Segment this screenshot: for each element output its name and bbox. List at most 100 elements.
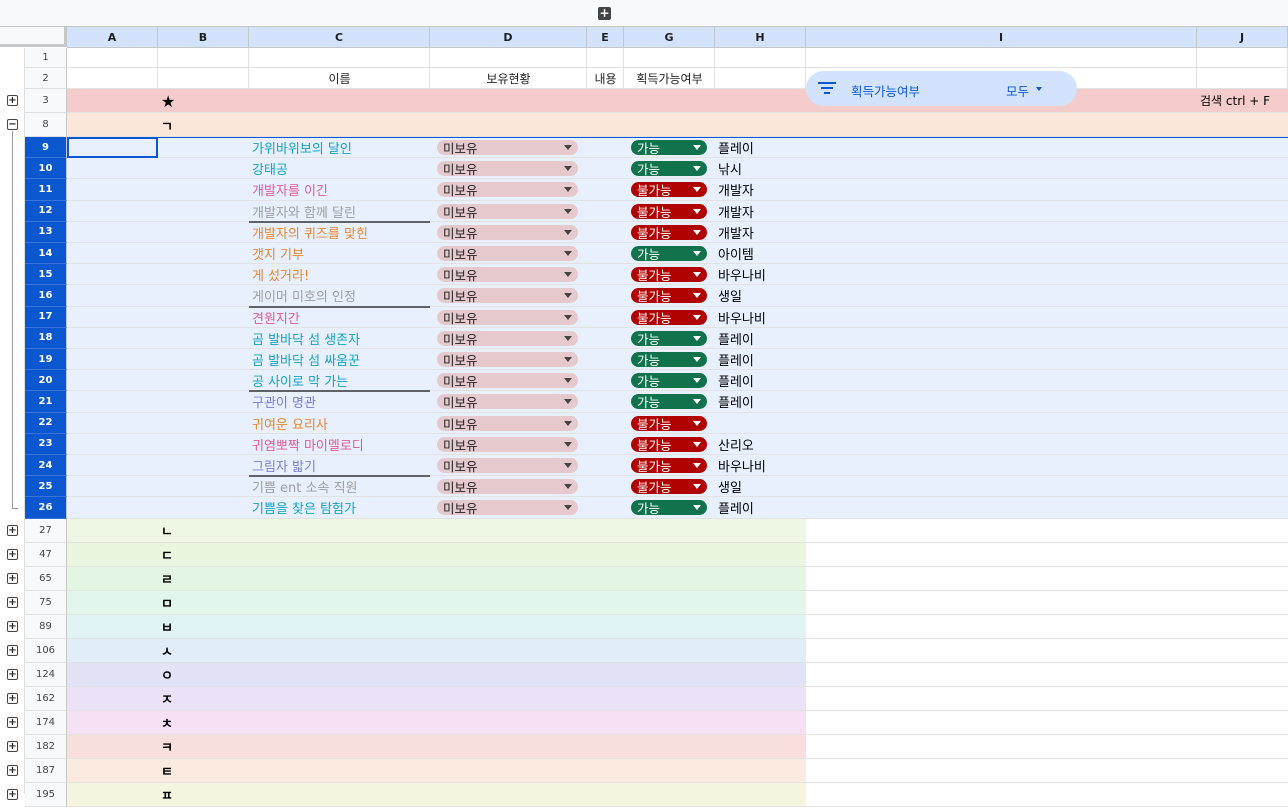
row-header[interactable]: 3 xyxy=(25,89,67,113)
content-cell[interactable]: 바우나비 xyxy=(715,455,806,476)
row-header[interactable]: 89 xyxy=(25,614,67,639)
title-name-cell[interactable]: 그림자 밟기 xyxy=(249,455,430,476)
owned-status-dropdown[interactable]: 미보유 xyxy=(437,224,578,241)
content-cell[interactable]: 생일 xyxy=(715,285,806,306)
row-header[interactable]: 11 xyxy=(25,179,67,201)
column-header-b[interactable]: B xyxy=(158,27,249,48)
column-header-a[interactable]: A xyxy=(67,27,158,48)
row-header[interactable]: 24 xyxy=(25,455,67,477)
content-cell[interactable]: 바우나비 xyxy=(715,307,806,328)
owned-status-dropdown[interactable]: 미보유 xyxy=(437,352,578,368)
row-header[interactable]: 17 xyxy=(25,306,67,328)
title-name-cell[interactable]: 기쁨 ent 소속 직원 xyxy=(249,476,430,497)
row-header[interactable]: 27 xyxy=(25,518,67,543)
row-header[interactable]: 21 xyxy=(25,391,67,413)
content-cell[interactable]: 바우나비 xyxy=(715,264,806,285)
content-cell[interactable]: 플레이 xyxy=(715,497,806,518)
title-name-cell[interactable]: 구관이 명관 xyxy=(249,391,430,412)
owned-status-dropdown[interactable]: 미보유 xyxy=(437,203,578,220)
filter-chip[interactable]: 획득가능여부 모두 xyxy=(806,71,1077,106)
content-cell[interactable]: 아이템 xyxy=(715,243,806,264)
content-cell[interactable]: 개발자 xyxy=(715,222,806,243)
row-header[interactable]: 20 xyxy=(25,370,67,392)
content-cell[interactable]: 개발자 xyxy=(715,179,806,200)
content-cell[interactable]: 플레이 xyxy=(715,328,806,349)
obtainable-dropdown[interactable]: 불가능 xyxy=(631,415,707,432)
expand-group-button[interactable]: + xyxy=(7,764,18,776)
column-header-i[interactable]: I xyxy=(806,27,1197,48)
title-name-cell[interactable]: 귀염뽀짝 마이멜로디 xyxy=(249,434,430,455)
row-header[interactable]: 19 xyxy=(25,349,67,371)
owned-status-dropdown[interactable]: 미보유 xyxy=(437,479,578,495)
content-cell[interactable]: 개발자 xyxy=(715,201,806,222)
expand-group-button[interactable]: + xyxy=(7,596,18,608)
row-header[interactable]: 106 xyxy=(25,638,67,663)
row-header[interactable]: 124 xyxy=(25,662,67,687)
row-header[interactable]: 187 xyxy=(25,758,67,783)
obtainable-dropdown[interactable]: 가능 xyxy=(631,373,707,389)
obtainable-dropdown[interactable]: 불가능 xyxy=(631,182,707,198)
row-header[interactable]: 47 xyxy=(25,542,67,567)
row-header[interactable]: 182 xyxy=(25,734,67,759)
row-header[interactable]: 10 xyxy=(25,158,67,180)
content-cell[interactable] xyxy=(715,413,806,434)
content-cell[interactable]: 플레이 xyxy=(715,349,806,370)
row-header[interactable]: 13 xyxy=(25,221,67,243)
row-header[interactable]: 22 xyxy=(25,412,67,434)
active-cell[interactable] xyxy=(67,137,158,159)
title-name-cell[interactable]: 귀여운 요리사 xyxy=(249,413,430,434)
row-header[interactable]: 1 xyxy=(25,48,67,68)
owned-status-dropdown[interactable]: 미보유 xyxy=(437,267,578,283)
owned-status-dropdown[interactable]: 미보유 xyxy=(437,246,578,262)
content-cell[interactable]: 플레이 xyxy=(715,370,806,391)
row-header[interactable]: 16 xyxy=(25,285,67,307)
owned-status-dropdown[interactable]: 미보유 xyxy=(437,309,578,326)
owned-status-dropdown[interactable]: 미보유 xyxy=(437,161,578,177)
expand-group-button[interactable]: + xyxy=(7,716,18,728)
row-header[interactable]: 2 xyxy=(25,68,67,89)
owned-status-dropdown[interactable]: 미보유 xyxy=(437,500,578,516)
column-header-h[interactable]: H xyxy=(715,27,806,48)
obtainable-dropdown[interactable]: 불가능 xyxy=(631,203,707,220)
row-header[interactable]: 12 xyxy=(25,200,67,222)
owned-status-dropdown[interactable]: 미보유 xyxy=(437,140,578,156)
obtainable-dropdown[interactable]: 가능 xyxy=(631,246,707,262)
row-header[interactable]: 25 xyxy=(25,476,67,498)
owned-status-dropdown[interactable]: 미보유 xyxy=(437,394,578,410)
obtainable-dropdown[interactable]: 불가능 xyxy=(631,288,707,304)
owned-status-dropdown[interactable]: 미보유 xyxy=(437,330,578,347)
title-name-cell[interactable]: 견원지간 xyxy=(249,307,430,328)
expand-group-button[interactable]: + xyxy=(7,788,18,800)
row-header[interactable]: 75 xyxy=(25,590,67,615)
row-header[interactable]: 65 xyxy=(25,566,67,591)
title-name-cell[interactable]: 가위바위보의 달인 xyxy=(249,137,430,158)
title-name-cell[interactable]: 게 섰거라! xyxy=(249,264,430,285)
row-header[interactable]: 15 xyxy=(25,264,67,286)
column-header-e[interactable]: E xyxy=(587,27,624,48)
collapse-group-button[interactable]: − xyxy=(7,119,18,130)
expand-group-button[interactable]: + xyxy=(7,692,18,704)
expand-group-button[interactable]: + xyxy=(7,95,18,106)
obtainable-dropdown[interactable]: 가능 xyxy=(631,330,707,347)
expand-column-group-button[interactable]: + xyxy=(598,7,611,20)
obtainable-dropdown[interactable]: 가능 xyxy=(631,352,707,368)
owned-status-dropdown[interactable]: 미보유 xyxy=(437,436,578,453)
obtainable-dropdown[interactable]: 불가능 xyxy=(631,436,707,453)
select-all-corner[interactable] xyxy=(0,27,67,47)
column-header-g[interactable]: G xyxy=(624,27,715,48)
content-cell[interactable]: 플레이 xyxy=(715,391,806,412)
title-name-cell[interactable]: 개발자의 퀴즈를 맞힌 xyxy=(249,222,430,243)
row-header[interactable]: 162 xyxy=(25,686,67,711)
title-name-cell[interactable]: 강태공 xyxy=(249,158,430,179)
expand-group-button[interactable]: + xyxy=(7,644,18,656)
row-header[interactable]: 14 xyxy=(25,243,67,265)
row-header[interactable]: 26 xyxy=(25,497,67,519)
expand-group-button[interactable]: + xyxy=(7,572,18,584)
obtainable-dropdown[interactable]: 불가능 xyxy=(631,458,707,474)
row-header[interactable]: 174 xyxy=(25,710,67,735)
content-cell[interactable]: 플레이 xyxy=(715,137,806,158)
expand-group-button[interactable]: + xyxy=(7,620,18,632)
owned-status-dropdown[interactable]: 미보유 xyxy=(437,458,578,474)
row-header[interactable]: 8 xyxy=(25,113,67,137)
expand-group-button[interactable]: + xyxy=(7,524,18,536)
